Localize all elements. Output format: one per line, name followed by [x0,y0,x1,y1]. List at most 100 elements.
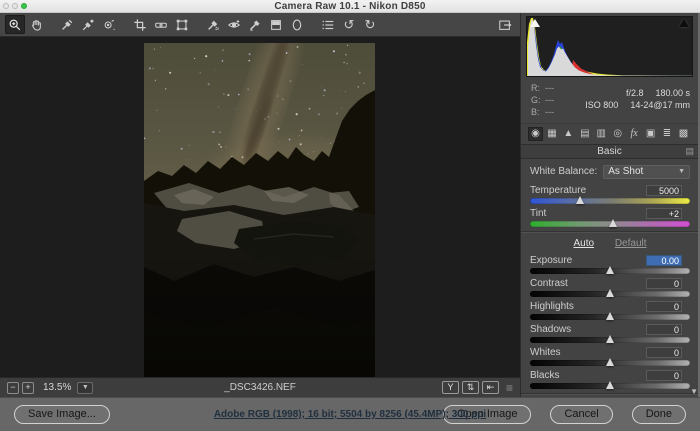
temperature-value[interactable]: 5000 [646,185,682,196]
preferences-icon[interactable] [318,15,338,34]
before-after-cycle-button[interactable]: Y [442,381,459,394]
blacks-value[interactable]: 0 [646,370,682,381]
white-balance-select[interactable]: As Shot ▼ [603,165,690,179]
rotate-left-icon[interactable]: ↺ [339,15,359,34]
minimize-window-button[interactable] [12,3,18,9]
red-eye-tool-icon[interactable] [224,15,244,34]
transform-tool-icon[interactable] [172,15,192,34]
radial-filter-tool-icon[interactable] [287,15,307,34]
highlights-slider[interactable] [530,314,690,320]
tab-split-toning[interactable]: ▥ [594,127,609,141]
exposure-slider[interactable] [530,268,690,274]
temperature-label: Temperature [530,185,586,196]
zoom-level[interactable]: 13.5% [43,382,71,393]
default-link[interactable]: Default [615,238,647,249]
shutter-value: 180.00 s [655,87,690,99]
tab-snapshots[interactable]: ▩ [676,127,691,141]
g-value: --- [545,94,554,106]
done-button[interactable]: Done [632,405,686,424]
image-info: R:--- G:--- B:--- f/2.8180.00 s ISO 8001… [521,77,698,121]
spot-removal-tool-icon[interactable] [203,15,223,34]
white-balance-tool-icon[interactable] [57,15,77,34]
aperture-value: f/2.8 [626,87,644,99]
close-window-button[interactable] [3,3,9,9]
zoom-out-button[interactable]: − [7,382,19,394]
highlights-value[interactable]: 0 [646,301,682,312]
straighten-tool-icon[interactable] [151,15,171,34]
histogram[interactable] [526,16,693,77]
slider-thumb[interactable] [576,196,584,204]
g-label: G: [531,94,545,106]
tint-value[interactable]: +2 [646,208,682,219]
tab-lens-corrections[interactable]: ◎ [610,127,625,141]
iso-value: ISO 800 [585,99,618,111]
r-value: --- [545,82,554,94]
slider-thumb[interactable] [606,312,614,320]
contrast-value[interactable]: 0 [646,278,682,289]
crop-tool-icon[interactable] [130,15,150,34]
preview-image[interactable] [144,43,375,378]
tab-hsl-grayscale[interactable]: ▤ [577,127,592,141]
panel-title: Basic [597,146,621,157]
contrast-row: Contrast 0 [530,278,690,297]
slider-thumb[interactable] [609,219,617,227]
titlebar: Camera Raw 10.1 - Nikon D850 [0,0,700,13]
slider-thumb[interactable] [606,358,614,366]
targeted-adjustment-tool-icon[interactable] [99,15,119,34]
window-title: Camera Raw 10.1 - Nikon D850 [274,1,425,12]
panel-header: Basic ▤ [521,145,698,159]
whites-value[interactable]: 0 [646,347,682,358]
shadow-clipping-icon[interactable] [530,19,540,27]
slider-thumb[interactable] [606,266,614,274]
slider-thumb[interactable] [606,335,614,343]
swap-before-after-button[interactable]: ⇅ [462,381,479,394]
preview-canvas[interactable] [0,37,520,377]
color-sampler-tool-icon[interactable] [78,15,98,34]
slider-thumb[interactable] [606,381,614,389]
contrast-label: Contrast [530,278,568,289]
blacks-row: Blacks0 [530,370,690,389]
chevron-down-icon: ▼ [678,168,685,175]
whites-slider[interactable] [530,360,690,366]
adjustments-panel: R:--- G:--- B:--- f/2.8180.00 s ISO 8001… [521,13,700,397]
cancel-button[interactable]: Cancel [550,405,612,424]
workflow-options-link[interactable]: Adobe RGB (1998); 16 bit; 5504 by 8256 (… [214,409,486,420]
scroll-down-icon[interactable]: ▼ [690,388,698,396]
zoom-tool-icon[interactable] [5,15,25,34]
bottom-bar: Save Image... Adobe RGB (1998); 16 bit; … [0,397,700,431]
tab-presets[interactable]: ≣ [660,127,675,141]
contrast-slider[interactable] [530,291,690,297]
left-column: ↺ ↻ [0,13,521,397]
panel-menu-icon[interactable]: ▤ [685,147,694,156]
tab-effects[interactable]: fx [627,127,642,141]
blacks-slider[interactable] [530,383,690,389]
zoom-window-button[interactable] [21,3,27,9]
adjustment-brush-tool-icon[interactable] [245,15,265,34]
rotate-right-icon[interactable]: ↻ [360,15,380,34]
tab-detail[interactable]: ▲ [561,127,576,141]
save-image-button[interactable]: Save Image... [14,405,110,424]
highlights-row: Highlights0 [530,301,690,320]
b-label: B: [531,106,545,118]
rgb-readout: R:--- G:--- B:--- [531,82,577,118]
graduated-filter-tool-icon[interactable] [266,15,286,34]
preview-menu-icon[interactable]: ≡ [506,381,513,395]
tint-slider[interactable] [530,221,690,227]
exif-readout: f/2.8180.00 s ISO 80014-24@17 mm [577,82,690,118]
copy-settings-button[interactable]: ⇤ [482,381,499,394]
tab-basic[interactable]: ◉ [528,127,543,141]
exposure-value[interactable]: 0.00 [646,255,682,266]
tab-camera-calibration[interactable]: ▣ [643,127,658,141]
temperature-row: Temperature 5000 [530,185,690,204]
tab-tone-curve[interactable]: ▦ [544,127,559,141]
toggle-fullscreen-icon[interactable] [495,15,515,34]
auto-link[interactable]: Auto [573,238,594,249]
zoom-level-dropdown[interactable]: ▼ [77,382,93,394]
slider-thumb[interactable] [606,289,614,297]
shadows-value[interactable]: 0 [646,324,682,335]
temperature-slider[interactable] [530,198,690,204]
shadows-slider[interactable] [530,337,690,343]
zoom-in-button[interactable]: + [22,382,34,394]
highlight-clipping-icon[interactable] [679,19,689,27]
hand-tool-icon[interactable] [26,15,46,34]
